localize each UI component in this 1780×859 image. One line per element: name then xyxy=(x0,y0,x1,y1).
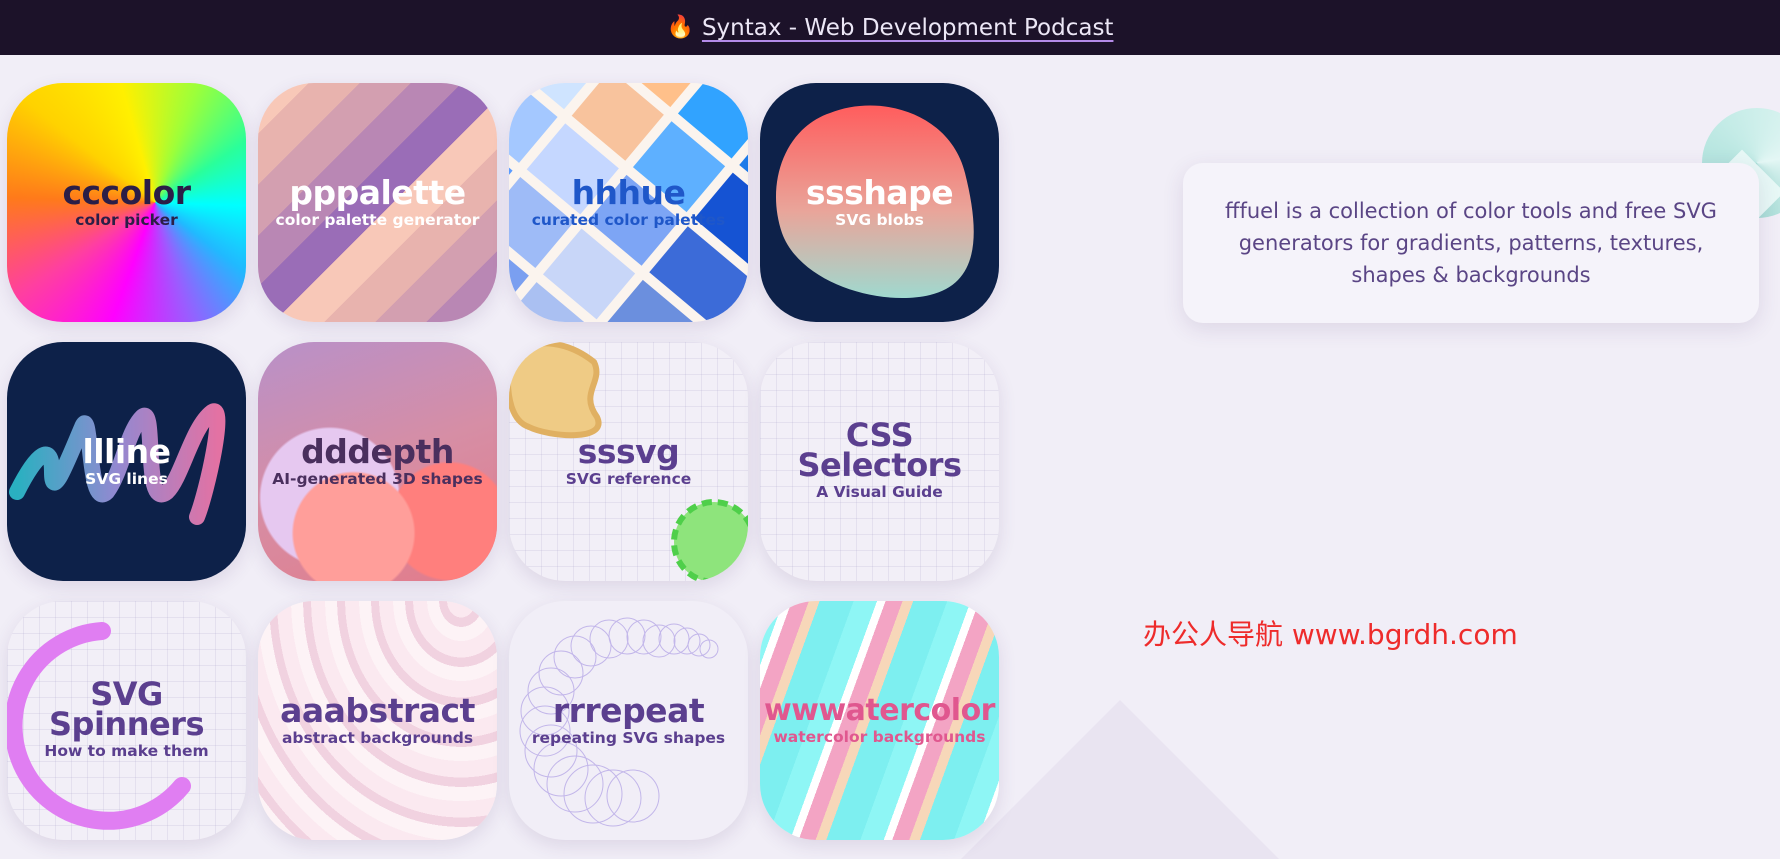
tile-css-selectors[interactable]: CSS Selectors A Visual Guide xyxy=(760,342,999,581)
tile-subtitle: curated color palettes xyxy=(531,211,726,229)
top-bar: 🔥 Syntax - Web Development Podcast xyxy=(0,0,1780,55)
tile-title: rrrepeat xyxy=(552,691,705,730)
tile-subtitle: SVG lines xyxy=(85,470,168,488)
tool-grid: cccolor color picker pppalette color pal… xyxy=(7,83,999,840)
tile-title: pppalette xyxy=(289,173,466,212)
tile-title-line1: SVG xyxy=(90,674,163,713)
tile-title: dddepth xyxy=(301,432,454,471)
watermark-text: 办公人导航 www.bgrdh.com xyxy=(1143,618,1518,651)
tile-subtitle: How to make them xyxy=(44,741,209,760)
background-triangle xyxy=(960,700,1280,859)
info-text: fffuel is a collection of color tools an… xyxy=(1225,199,1717,287)
tile-title: cccolor xyxy=(62,173,191,212)
tile-aaabstract[interactable]: aaabstract abstract backgrounds xyxy=(258,601,497,840)
tile-title: sssvg xyxy=(577,432,680,471)
tile-subtitle: abstract backgrounds xyxy=(281,729,474,747)
tile-hhhue[interactable]: hhhue curated color palettes xyxy=(509,83,748,322)
tile-title-line2: Selectors xyxy=(797,445,963,484)
flame-icon: 🔥 xyxy=(666,14,694,40)
tile-subtitle: watercolor backgrounds xyxy=(773,727,986,746)
tile-cccolor[interactable]: cccolor color picker xyxy=(7,83,246,322)
tile-subtitle: SVG reference xyxy=(565,470,692,488)
tile-title: wwwatercolor xyxy=(764,692,995,728)
tile-title: ssshape xyxy=(805,173,954,212)
tile-subtitle: AI-generated 3D shapes xyxy=(272,470,483,488)
tile-subtitle: repeating SVG shapes xyxy=(531,729,726,747)
tile-title-line1: CSS xyxy=(845,415,914,454)
tile-llline[interactable]: llline SVG lines xyxy=(7,342,246,581)
tile-title: llline xyxy=(82,432,171,471)
tile-title: hhhue xyxy=(571,173,686,212)
tile-sssvg[interactable]: sssvg SVG reference xyxy=(509,342,748,581)
info-card: fffuel is a collection of color tools an… xyxy=(1183,163,1759,323)
tile-rrrepeat[interactable]: rrrepeat repeating SVG shapes xyxy=(509,601,748,840)
tile-subtitle: SVG blobs xyxy=(835,211,924,229)
tile-wwwatercolor[interactable]: wwwatercolor watercolor backgrounds xyxy=(760,601,999,840)
tile-subtitle: A Visual Guide xyxy=(816,482,943,501)
tile-dddepth[interactable]: dddepth AI-generated 3D shapes xyxy=(258,342,497,581)
tile-title-line2: Spinners xyxy=(48,704,205,743)
tile-pppalette[interactable]: pppalette color palette generator xyxy=(258,83,497,322)
tile-subtitle: color picker xyxy=(75,211,178,229)
tile-svg-spinners[interactable]: SVG Spinners How to make them xyxy=(7,601,246,840)
tile-ssshape[interactable]: ssshape SVG blobs xyxy=(760,83,999,322)
tile-title: aaabstract xyxy=(280,691,475,730)
tile-subtitle: color palette generator xyxy=(275,211,480,229)
podcast-link[interactable]: Syntax - Web Development Podcast xyxy=(702,15,1114,41)
